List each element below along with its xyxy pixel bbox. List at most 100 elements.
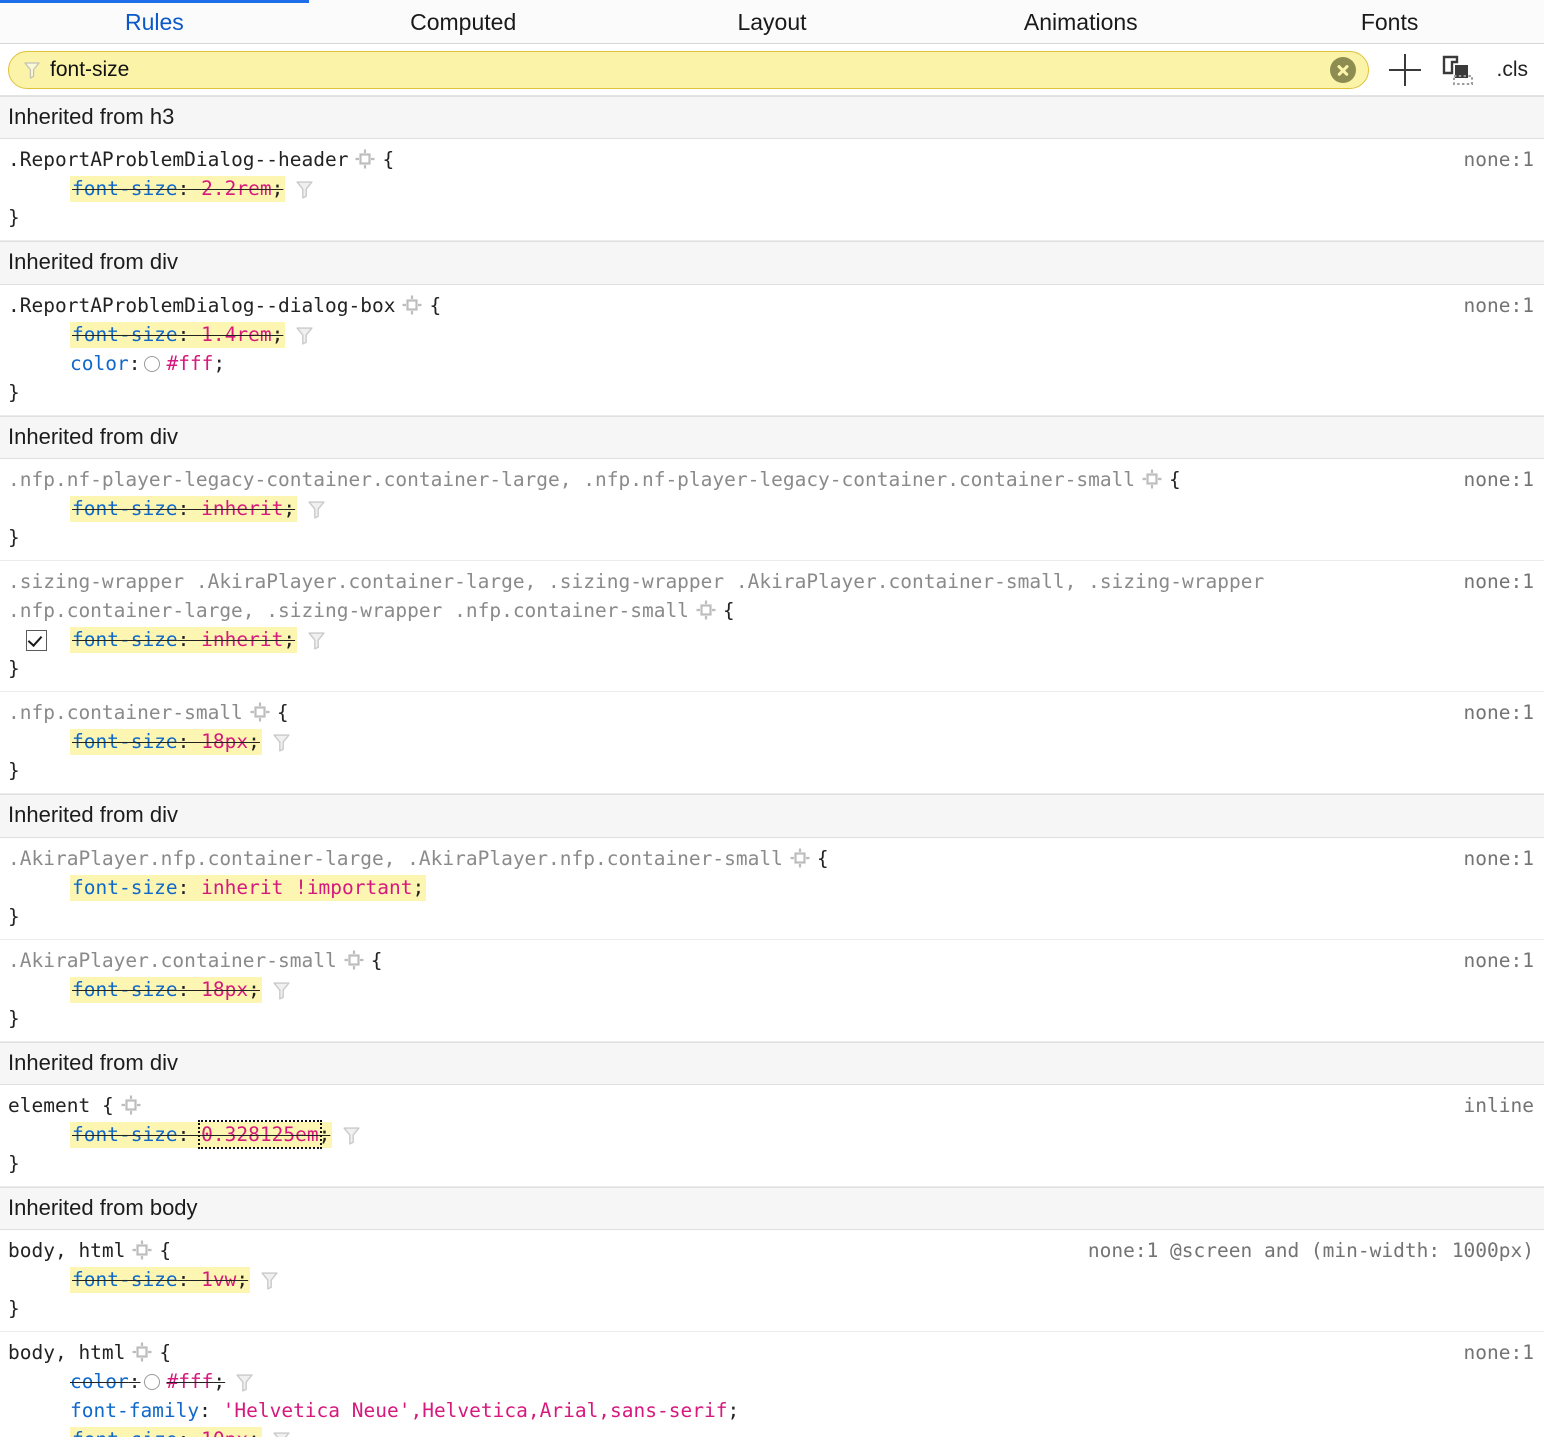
toggle-print-styles-button[interactable] (1441, 50, 1477, 90)
rule-origin[interactable]: inline (1464, 1091, 1534, 1120)
selector-text[interactable]: body, html (8, 1341, 125, 1364)
filter-funnel-icon[interactable] (296, 180, 313, 200)
rule-origin[interactable]: none:1 (1464, 1338, 1534, 1367)
declaration[interactable]: font-size: 18px; (8, 975, 1544, 1004)
inspect-target-icon[interactable] (344, 950, 364, 970)
rule-selector[interactable]: .nfp.nf-player-legacy-container.containe… (8, 465, 1544, 494)
new-rule-button[interactable] (1388, 50, 1421, 90)
rule-origin[interactable]: none:1 (1464, 844, 1534, 873)
tab-animations[interactable]: Animations (926, 0, 1235, 44)
declaration-property[interactable]: font-size (72, 628, 178, 651)
tab-computed[interactable]: Computed (309, 0, 618, 44)
rule-origin[interactable]: none:1 (1464, 465, 1534, 494)
declaration-property[interactable]: font-size (72, 876, 178, 899)
color-swatch[interactable] (144, 355, 161, 372)
filter-funnel-icon[interactable] (308, 631, 325, 650)
clear-x-icon[interactable] (1329, 56, 1356, 83)
inspect-target-icon[interactable] (696, 600, 716, 620)
declaration-value[interactable]: #fff (166, 1370, 213, 1393)
tab-rules[interactable]: Rules (0, 0, 309, 44)
selector-text[interactable]: body, html (8, 1239, 125, 1262)
rule-origin[interactable]: none:1 (1464, 145, 1534, 174)
declaration[interactable]: font-size: 0.328125em; (8, 1119, 1544, 1149)
tab-fonts[interactable]: Fonts (1235, 0, 1544, 44)
selector-text[interactable]: .AkiraPlayer.nfp.container-large, .Akira… (8, 847, 783, 870)
declaration-property[interactable]: font-size (72, 1268, 178, 1291)
tab-layout[interactable]: Layout (618, 0, 927, 44)
filter-funnel-icon[interactable] (273, 981, 290, 1000)
declaration-value[interactable]: inherit (201, 497, 283, 520)
declaration[interactable]: font-size: inherit; (8, 494, 1544, 523)
inspect-target-icon[interactable] (790, 848, 810, 868)
declaration[interactable]: font-size: 1.4rem; (8, 320, 1544, 349)
rule-origin[interactable]: none:1 (1464, 291, 1534, 320)
inspect-target-icon[interactable] (121, 1095, 141, 1115)
rule-origin[interactable]: none:1 (1464, 698, 1534, 727)
selector-text[interactable]: .sizing-wrapper .AkiraPlayer.container-l… (8, 570, 1264, 622)
selector-text[interactable]: element (8, 1094, 90, 1117)
declaration-value[interactable]: 'Helvetica Neue',Helvetica,Arial,sans-se… (223, 1399, 728, 1422)
declaration-value[interactable]: 18px (201, 730, 248, 753)
declaration-value[interactable]: inherit !important (201, 876, 412, 899)
rule-origin[interactable]: none:1 @screen and (min-width: 1000px) (1088, 1236, 1534, 1265)
filter-styles-field[interactable]: font-size (8, 50, 1369, 89)
inspect-target-icon[interactable] (132, 1342, 152, 1362)
declaration[interactable]: font-size: 2.2rem; (8, 174, 1544, 203)
selector-text[interactable]: .nfp.container-small (8, 701, 243, 724)
declaration[interactable]: color: #fff; (8, 349, 1544, 378)
declaration-property[interactable]: font-size (72, 177, 178, 200)
cls-toggle-button[interactable]: .cls (1497, 58, 1529, 82)
rule-selector[interactable]: element { (8, 1091, 1544, 1120)
declaration[interactable]: font-size: inherit !important; (8, 873, 1544, 902)
rule-selector[interactable]: body, html{ (8, 1338, 1544, 1367)
declaration[interactable]: font-size: 1vw; (8, 1265, 1544, 1294)
filter-funnel-icon[interactable] (296, 326, 313, 345)
selector-text[interactable]: .AkiraPlayer.container-small (8, 949, 337, 972)
rule-selector[interactable]: .AkiraPlayer.container-small{ (8, 946, 1544, 975)
declaration-property[interactable]: color (70, 352, 129, 375)
inspect-target-icon[interactable] (132, 1240, 152, 1260)
rule-selector[interactable]: .nfp.container-small{ (8, 698, 1544, 727)
rule-selector[interactable]: .AkiraPlayer.nfp.container-large, .Akira… (8, 844, 1544, 873)
tab-layout-label: Layout (737, 8, 807, 35)
declaration-property[interactable]: font-size (72, 497, 178, 520)
inspect-target-icon[interactable] (402, 295, 422, 315)
declaration[interactable]: font-size: 10px; (8, 1425, 1544, 1437)
declaration-property[interactable]: font-size (72, 978, 178, 1001)
filter-funnel-icon[interactable] (236, 1373, 253, 1392)
declaration-property[interactable]: font-size (72, 1123, 178, 1146)
declaration-value[interactable]: 0.328125em (198, 1119, 322, 1149)
declaration-property[interactable]: font-family (70, 1399, 199, 1422)
declaration-value[interactable]: 1vw (201, 1268, 236, 1291)
declaration[interactable]: font-size: inherit; (8, 625, 1544, 654)
declaration[interactable]: font-family: 'Helvetica Neue',Helvetica,… (8, 1396, 1544, 1425)
rule-selector[interactable]: .sizing-wrapper .AkiraPlayer.container-l… (8, 567, 1544, 625)
filter-styles-input[interactable]: font-size (50, 58, 1330, 82)
rule-selector[interactable]: .ReportAProblemDialog--dialog-box{ (8, 291, 1544, 320)
declaration-property[interactable]: font-size (72, 730, 178, 753)
filter-funnel-icon[interactable] (273, 1431, 290, 1437)
declaration-property[interactable]: color (70, 1370, 129, 1393)
declaration-property[interactable]: font-size (72, 323, 178, 346)
declaration-value[interactable]: #fff (166, 352, 213, 375)
color-swatch[interactable] (144, 1374, 161, 1391)
declaration-value[interactable]: 2.2rem (201, 177, 271, 200)
declaration-value[interactable]: inherit (201, 628, 283, 651)
selector-text[interactable]: .nfp.nf-player-legacy-container.containe… (8, 468, 1135, 491)
declaration-property[interactable]: font-size (72, 1428, 178, 1437)
filter-funnel-icon[interactable] (343, 1126, 360, 1145)
declaration-value[interactable]: 1.4rem (201, 323, 271, 346)
inspect-target-icon[interactable] (1142, 469, 1162, 489)
inspect-target-icon[interactable] (250, 702, 270, 722)
declaration[interactable]: color: #fff; (8, 1367, 1544, 1396)
declaration-value[interactable]: 10px (201, 1428, 248, 1437)
filter-funnel-icon[interactable] (261, 1271, 278, 1290)
rule-selector[interactable]: .ReportAProblemDialog--header{ (8, 145, 1544, 174)
filter-funnel-icon[interactable] (308, 500, 325, 519)
declaration[interactable]: font-size: 18px; (8, 727, 1544, 756)
inspect-target-icon[interactable] (355, 149, 375, 169)
declaration-value[interactable]: 18px (201, 978, 248, 1001)
filter-funnel-icon[interactable] (273, 733, 290, 752)
rule-origin[interactable]: none:1 (1464, 567, 1534, 596)
rule-origin[interactable]: none:1 (1464, 946, 1534, 975)
